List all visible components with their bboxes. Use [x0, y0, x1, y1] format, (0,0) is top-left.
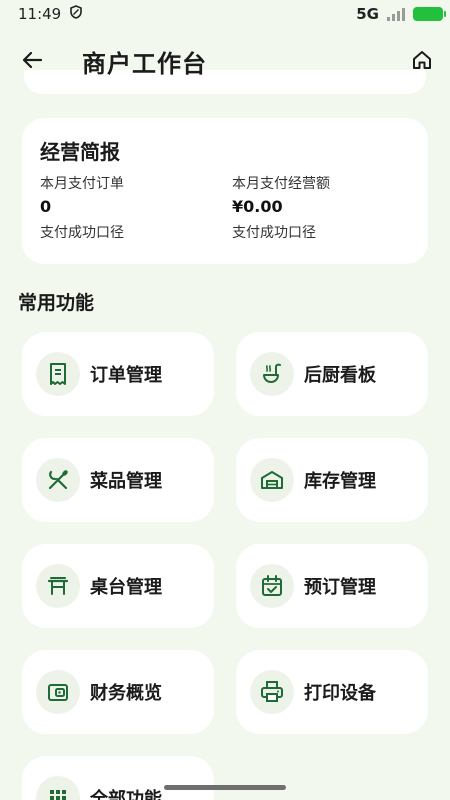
metric-orders: 本月支付订单 0 支付成功口径 — [40, 173, 232, 245]
tile-label: 菜品管理 — [90, 471, 162, 492]
tile-kitchen-board[interactable]: 后厨看板 — [236, 332, 428, 416]
status-bar: 11:49 5G — [0, 0, 450, 28]
tile-label: 后厨看板 — [304, 365, 376, 386]
tile-label: 全部功能 — [90, 789, 162, 800]
tile-dish-management[interactable]: 菜品管理 — [22, 438, 214, 522]
tile-print-devices[interactable]: 打印设备 — [236, 650, 428, 734]
tile-finance-overview[interactable]: 财务概览 — [22, 650, 214, 734]
tile-table-management[interactable]: 桌台管理 — [22, 544, 214, 628]
receipt-icon — [36, 352, 80, 396]
utensils-icon — [36, 458, 80, 502]
section-title: 常用功能 — [18, 292, 95, 314]
tile-label: 财务概览 — [90, 683, 162, 704]
home-icon — [413, 51, 431, 69]
tile-inventory-management[interactable]: 库存管理 — [236, 438, 428, 522]
tile-label: 预订管理 — [304, 577, 376, 598]
app-header: 商户工作台 — [0, 36, 450, 84]
tile-all-functions[interactable]: 全部功能 — [22, 756, 214, 800]
tile-reservation-management[interactable]: 预订管理 — [236, 544, 428, 628]
battery-icon — [413, 7, 446, 21]
metric-caption: 支付成功口径 — [232, 225, 316, 241]
tile-label: 库存管理 — [304, 471, 376, 492]
printer-icon — [250, 670, 294, 714]
tile-label: 打印设备 — [304, 683, 376, 704]
metric-label: 本月支付经营额 — [232, 176, 330, 192]
status-time: 11:49 — [18, 5, 62, 23]
metric-value: ¥0.00 — [232, 197, 283, 216]
metric-label: 本月支付订单 — [40, 176, 124, 192]
warehouse-icon — [250, 458, 294, 502]
wallet-icon — [36, 670, 80, 714]
back-button[interactable] — [18, 46, 46, 74]
signal-icon — [387, 7, 405, 21]
report-title: 经营简报 — [40, 140, 120, 164]
arrow-left-icon — [22, 51, 43, 69]
metric-value: 0 — [40, 197, 52, 216]
home-button[interactable] — [408, 46, 436, 74]
ladle-icon — [250, 352, 294, 396]
business-report-card: 经营简报 本月支付订单 0 支付成功口径 本月支付经营额 ¥0.00 支付成功口… — [22, 118, 428, 264]
calendar-check-icon — [250, 564, 294, 608]
tile-label: 订单管理 — [90, 365, 162, 386]
grid-icon — [36, 776, 80, 800]
network-type: 5G — [356, 5, 379, 23]
vpn-shield-icon — [69, 5, 83, 23]
home-indicator[interactable] — [164, 785, 286, 790]
page-title: 商户工作台 — [82, 50, 207, 78]
metric-revenue: 本月支付经营额 ¥0.00 支付成功口径 — [232, 173, 412, 245]
tile-label: 桌台管理 — [90, 577, 162, 598]
table-icon — [36, 564, 80, 608]
metric-caption: 支付成功口径 — [40, 225, 124, 241]
tile-order-management[interactable]: 订单管理 — [22, 332, 214, 416]
